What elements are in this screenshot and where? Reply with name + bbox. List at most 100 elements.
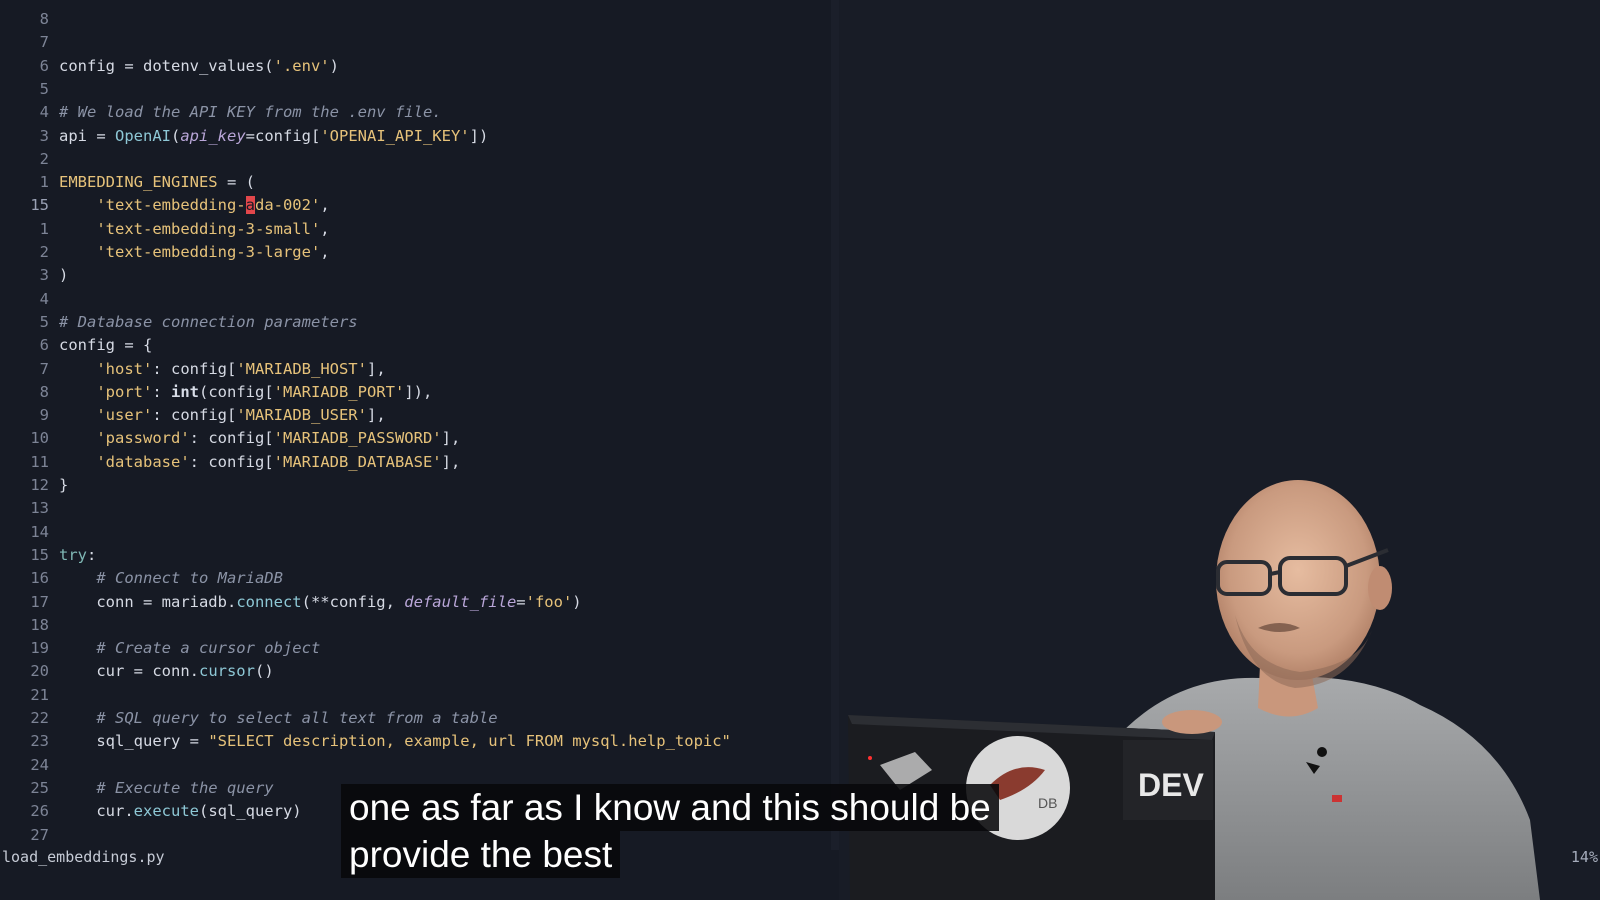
line-number: 1 — [39, 173, 49, 192]
code-text[interactable]: sql_query = "SELECT description, example… — [59, 732, 731, 750]
line-number: 8 — [39, 382, 49, 401]
code-line[interactable]: 13 — [0, 497, 59, 520]
line-number: 5 — [39, 312, 49, 331]
code-line[interactable]: 6 config = dotenv_values('.env') — [0, 55, 339, 78]
dev-sticker: DEV — [1138, 767, 1204, 803]
code-line[interactable]: 2 'text-embedding-3-large', — [0, 241, 330, 264]
code-text[interactable]: ) — [59, 266, 68, 284]
line-number: 2 — [39, 149, 49, 168]
code-text[interactable]: cur = conn.cursor() — [59, 662, 273, 680]
line-number: 18 — [30, 615, 49, 634]
subtitle-line-1: one as far as I know and this should be — [341, 784, 999, 831]
line-number: 7 — [39, 359, 49, 378]
line-number: 5 — [39, 79, 49, 98]
code-line[interactable]: 15 try: — [0, 544, 96, 567]
code-line[interactable]: 5 # Database connection parameters — [0, 311, 358, 334]
code-text[interactable]: 'user': config['MARIADB_USER'], — [59, 406, 385, 424]
code-text[interactable]: # Database connection parameters — [59, 313, 358, 331]
code-text[interactable]: 'port': int(config['MARIADB_PORT']), — [59, 383, 432, 401]
code-line[interactable]: 25 # Execute the query — [0, 777, 273, 800]
line-number: 21 — [30, 685, 49, 704]
code-line[interactable]: 6 config = { — [0, 334, 153, 357]
code-text[interactable]: config = dotenv_values('.env') — [59, 57, 339, 75]
code-line[interactable]: 19 # Create a cursor object — [0, 637, 320, 660]
code-line[interactable]: 5 — [0, 78, 59, 101]
split-divider[interactable] — [831, 0, 839, 850]
line-number: 7 — [39, 33, 49, 52]
code-text[interactable]: # Execute the query — [59, 779, 273, 797]
line-number: 11 — [30, 452, 49, 471]
code-line[interactable]: 11 'database': config['MARIADB_DATABASE'… — [0, 451, 460, 474]
code-line[interactable]: 3) — [0, 264, 69, 287]
code-line[interactable]: 2 — [0, 148, 59, 171]
code-line[interactable]: 12} — [0, 474, 68, 497]
code-text[interactable]: # Connect to MariaDB — [59, 569, 283, 587]
code-line[interactable]: 1 'text-embedding-3-small', — [0, 218, 330, 241]
code-text[interactable]: 'text-embedding-3-small', — [59, 220, 329, 238]
code-line[interactable]: 7 'host': config['MARIADB_HOST'], — [0, 358, 386, 381]
code-line[interactable]: 15 'text-embedding-ada-002', — [0, 194, 330, 217]
code-text[interactable]: # SQL query to select all text from a ta… — [59, 709, 497, 727]
line-number: 2 — [39, 243, 49, 261]
line-number: 24 — [30, 755, 49, 774]
code-line[interactable]: 1 EMBEDDING_ENGINES = ( — [0, 171, 255, 194]
code-text[interactable]: # We load the API KEY from the .env file… — [59, 103, 442, 121]
line-number: 15 — [30, 196, 49, 215]
code-line[interactable]: 8 — [0, 8, 59, 31]
code-line[interactable]: 17 conn = mariadb.connect(**config, defa… — [0, 591, 581, 614]
line-number: 23 — [30, 732, 49, 751]
code-line[interactable]: 27 — [0, 824, 59, 847]
line-number: 9 — [39, 406, 49, 425]
line-number: 16 — [30, 569, 49, 588]
code-line[interactable]: 3 api = OpenAI(api_key=config['OPENAI_API… — [0, 125, 489, 148]
code-text[interactable]: 'database': config['MARIADB_DATABASE'], — [59, 453, 460, 471]
code-line[interactable]: 18 — [0, 614, 59, 637]
code-text[interactable]: EMBEDDING_ENGINES = ( — [59, 173, 255, 191]
code-line[interactable]: 9 'user': config['MARIADB_USER'], — [0, 404, 386, 427]
code-text[interactable]: try: — [59, 546, 96, 564]
status-scroll-percent: 14% — [1570, 848, 1598, 866]
code-line[interactable]: 7 — [0, 31, 59, 54]
line-number: 4 — [39, 289, 49, 308]
code-line[interactable]: 22 # SQL query to select all text from a… — [0, 707, 497, 730]
status-filename: load_embeddings.py — [2, 848, 165, 866]
line-number: 22 — [30, 709, 49, 727]
code-text[interactable]: 'text-embedding-3-large', — [59, 243, 329, 261]
code-line[interactable]: 10 'password': config['MARIADB_PASSWORD'… — [0, 427, 460, 450]
code-line[interactable]: 23 sql_query = "SELECT description, exam… — [0, 730, 731, 753]
line-number: 1 — [39, 219, 49, 238]
code-line[interactable]: 21 — [0, 684, 59, 707]
line-number: 12 — [30, 476, 49, 494]
code-line[interactable]: 20 cur = conn.cursor() — [0, 660, 273, 683]
line-number: 26 — [30, 802, 49, 821]
code-line[interactable]: 24 — [0, 754, 59, 777]
code-text[interactable]: cur.execute(sql_query) — [59, 802, 301, 820]
code-text[interactable]: api = OpenAI(api_key=config['OPENAI_API_… — [59, 127, 488, 145]
svg-text:DB: DB — [1038, 795, 1057, 811]
code-text[interactable]: # Create a cursor object — [59, 639, 320, 657]
line-number: 8 — [39, 10, 49, 28]
code-text[interactable]: 'text-embedding-ada-002', — [59, 196, 330, 215]
line-number: 20 — [30, 662, 49, 681]
code-line[interactable]: 26 cur.execute(sql_query) — [0, 800, 301, 823]
line-number: 19 — [30, 639, 49, 658]
code-line[interactable]: 4 # We load the API KEY from the .env fil… — [0, 101, 442, 124]
line-number: 15 — [30, 545, 49, 564]
code-text[interactable]: config = { — [59, 336, 152, 354]
line-number: 25 — [30, 778, 49, 797]
line-number: 3 — [39, 126, 49, 145]
video-subtitle: one as far as I know and this should be … — [341, 784, 999, 878]
line-number: 6 — [39, 56, 49, 75]
code-line[interactable]: 16 # Connect to MariaDB — [0, 567, 283, 590]
line-number: 6 — [39, 336, 49, 355]
code-text[interactable]: 'password': config['MARIADB_PASSWORD'], — [59, 429, 460, 447]
code-text[interactable]: 'host': config['MARIADB_HOST'], — [59, 360, 385, 378]
code-line[interactable]: 4 — [0, 288, 59, 311]
code-text[interactable]: conn = mariadb.connect(**config, default… — [59, 593, 581, 611]
code-line[interactable]: 8 'port': int(config['MARIADB_PORT']), — [0, 381, 433, 404]
code-editor[interactable]: 8 7 6 config = dotenv_values('.env') 5 4 # We … — [0, 0, 838, 900]
code-line[interactable]: 14 — [0, 521, 59, 544]
line-number: 4 — [39, 103, 49, 122]
line-number: 3 — [39, 266, 49, 285]
code-text[interactable]: } — [59, 476, 68, 494]
